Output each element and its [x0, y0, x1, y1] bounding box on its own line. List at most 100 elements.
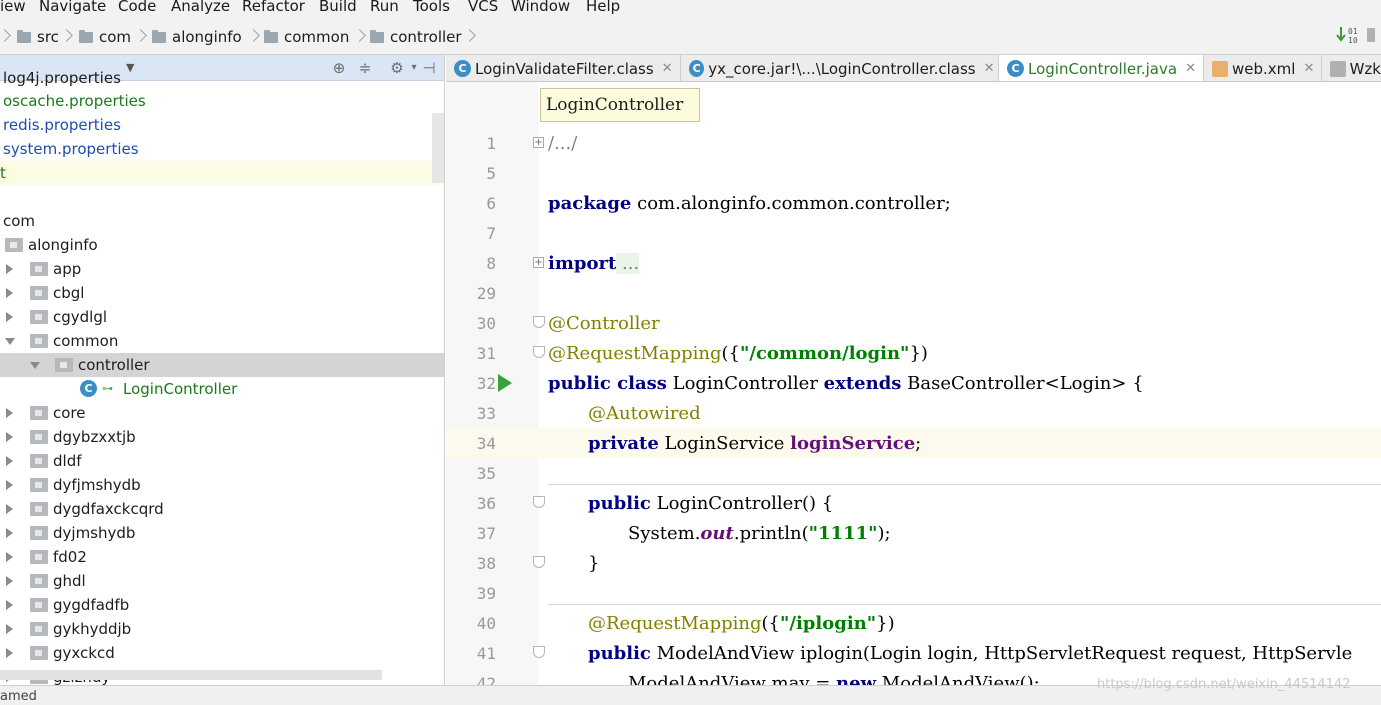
- tree-item-t[interactable]: t: [0, 161, 444, 185]
- jar-file-icon: [1330, 60, 1346, 77]
- tree-item-gygdfadfb[interactable]: gygdfadfb: [0, 593, 444, 617]
- tree-item-app[interactable]: app: [0, 257, 444, 281]
- breadcrumb-label: com: [99, 28, 132, 46]
- collapse-arrow-icon[interactable]: [30, 362, 40, 369]
- close-icon[interactable]: ✕: [984, 61, 998, 76]
- horizontal-scrollbar[interactable]: [0, 670, 382, 680]
- tree-item-cbgl[interactable]: cbgl: [0, 281, 444, 305]
- tree-item-alonginfo[interactable]: alonginfo: [0, 233, 444, 257]
- tree-item-fd02[interactable]: fd02: [0, 545, 444, 569]
- tree-item-dgybzxxtjb[interactable]: dgybzxxtjb: [0, 425, 444, 449]
- tree-item-com[interactable]: com: [0, 209, 444, 233]
- tree-item-system[interactable]: system.properties: [0, 137, 444, 161]
- expand-arrow-icon[interactable]: [6, 408, 13, 418]
- tab-loginController-class[interactable]: C yx_core.jar!\...\LoginController.class…: [681, 55, 999, 81]
- menu-tools[interactable]: Tools: [413, 0, 450, 15]
- menu-analyze[interactable]: Analyze: [171, 0, 230, 15]
- breadcrumb-common[interactable]: common: [264, 27, 349, 47]
- tree-item-common[interactable]: common: [0, 329, 444, 353]
- tree-item-label: log4j.properties: [3, 69, 121, 87]
- line-number: 42: [476, 674, 496, 685]
- line-number: 33: [476, 404, 496, 423]
- fold-marker-icon[interactable]: [533, 496, 545, 508]
- expand-arrow-icon[interactable]: [6, 312, 13, 322]
- tree-item-controller[interactable]: controller: [0, 353, 444, 377]
- tab-loginvalidatefilter[interactable]: C LoginValidateFilter.class ✕: [446, 55, 681, 81]
- breadcrumb-src[interactable]: src: [17, 27, 59, 47]
- code-line: 33 @Autowired: [446, 398, 1381, 428]
- expand-arrow-icon[interactable]: [6, 552, 13, 562]
- menu-code[interactable]: Code: [118, 0, 156, 15]
- fold-marker-icon[interactable]: [533, 316, 545, 328]
- expand-arrow-icon[interactable]: [6, 480, 13, 490]
- expand-arrow-icon[interactable]: [6, 504, 13, 514]
- expand-arrow-icon[interactable]: [6, 648, 13, 658]
- tab-loginController-java[interactable]: C LoginController.java ✕: [999, 55, 1204, 81]
- package-icon: [30, 550, 48, 564]
- close-icon[interactable]: ✕: [662, 61, 678, 76]
- expand-arrow-icon[interactable]: [6, 288, 13, 298]
- code-line: 40 @RequestMapping({"/iplogin"}): [446, 608, 1381, 638]
- class-icon: C: [80, 380, 97, 397]
- collapse-arrow-icon[interactable]: [5, 338, 15, 345]
- menu-help[interactable]: Help: [586, 0, 620, 15]
- menu-navigate[interactable]: Navigate: [39, 0, 106, 15]
- folder-icon: [17, 29, 31, 43]
- tree-item-label: redis.properties: [3, 116, 121, 134]
- code-text: @Controller: [548, 313, 660, 334]
- tab-web-xml[interactable]: web.xml ✕: [1204, 55, 1322, 81]
- tree-item-logincontroller[interactable]: C ⊶ LoginController: [0, 377, 444, 401]
- run-icon[interactable]: [498, 374, 512, 392]
- tree-item-dldf[interactable]: dldf: [0, 449, 444, 473]
- sort-icon[interactable]: 01 10: [1336, 25, 1376, 45]
- code-text: public ModelAndView iplogin(Login login,…: [588, 643, 1353, 664]
- expand-arrow-icon[interactable]: [6, 456, 13, 466]
- fold-marker-icon[interactable]: [533, 646, 545, 658]
- tree-item-core[interactable]: core: [0, 401, 444, 425]
- tree-item-redis[interactable]: redis.properties: [0, 113, 444, 137]
- close-icon[interactable]: ✕: [1185, 61, 1201, 76]
- breadcrumb-separator: [249, 29, 257, 45]
- menu-vcs[interactable]: VCS: [468, 0, 498, 15]
- fold-marker-icon[interactable]: [533, 556, 545, 568]
- breadcrumb-controller[interactable]: controller: [370, 27, 462, 47]
- expand-arrow-icon[interactable]: [6, 624, 13, 634]
- tree-item-gyxckcd[interactable]: gyxckcd: [0, 641, 444, 665]
- line-number: 6: [486, 194, 496, 213]
- menu-view[interactable]: iew: [0, 0, 26, 15]
- code-line: 31 @RequestMapping({"/common/login"}): [446, 338, 1381, 368]
- code-line: 6 package com.alonginfo.common.controlle…: [446, 188, 1381, 218]
- expand-arrow-icon[interactable]: [6, 264, 13, 274]
- line-number: 36: [476, 494, 496, 513]
- menu-run[interactable]: Run: [370, 0, 399, 15]
- breadcrumb-com[interactable]: com: [79, 27, 131, 47]
- code-editor[interactable]: 1 + /.../ 5 6 package com.alonginfo.comm…: [446, 82, 1381, 685]
- menu-refactor[interactable]: Refactor: [242, 0, 305, 15]
- expand-fold-icon[interactable]: +: [533, 137, 544, 148]
- tree-item-gykhyddjb[interactable]: gykhyddjb: [0, 617, 444, 641]
- fold-marker-icon[interactable]: [533, 346, 545, 358]
- tree-item-cgydlgl[interactable]: cgydlgl: [0, 305, 444, 329]
- tree-item-dyfjmshydb[interactable]: dyfjmshydb: [0, 473, 444, 497]
- tab-wzk[interactable]: Wzk: [1322, 55, 1381, 81]
- tree-item-dygdfaxckcqrd[interactable]: dygdfaxckcqrd: [0, 497, 444, 521]
- menu-build[interactable]: Build: [319, 0, 357, 15]
- tab-label: LoginValidateFilter.class: [475, 59, 654, 78]
- expand-arrow-icon[interactable]: [6, 576, 13, 586]
- vertical-scrollbar[interactable]: [432, 113, 444, 183]
- package-icon: [30, 526, 48, 540]
- menu-window[interactable]: Window: [511, 0, 570, 15]
- tree-item-ghdl[interactable]: ghdl: [0, 569, 444, 593]
- code-text: @Autowired: [588, 403, 701, 424]
- expand-arrow-icon[interactable]: [6, 432, 13, 442]
- tree-item-dyjmshydb[interactable]: dyjmshydb: [0, 521, 444, 545]
- expand-arrow-icon[interactable]: [6, 600, 13, 610]
- close-icon[interactable]: ✕: [1303, 61, 1319, 76]
- tree-item-label: system.properties: [3, 140, 139, 158]
- tree-item-label: alonginfo: [28, 236, 98, 254]
- tree-item-oscache[interactable]: oscache.properties: [0, 89, 444, 113]
- breadcrumb-alonginfo[interactable]: alonginfo: [152, 27, 242, 47]
- expand-arrow-icon[interactable]: [6, 528, 13, 538]
- breadcrumb-label: src: [37, 28, 59, 46]
- expand-fold-icon[interactable]: +: [533, 257, 544, 268]
